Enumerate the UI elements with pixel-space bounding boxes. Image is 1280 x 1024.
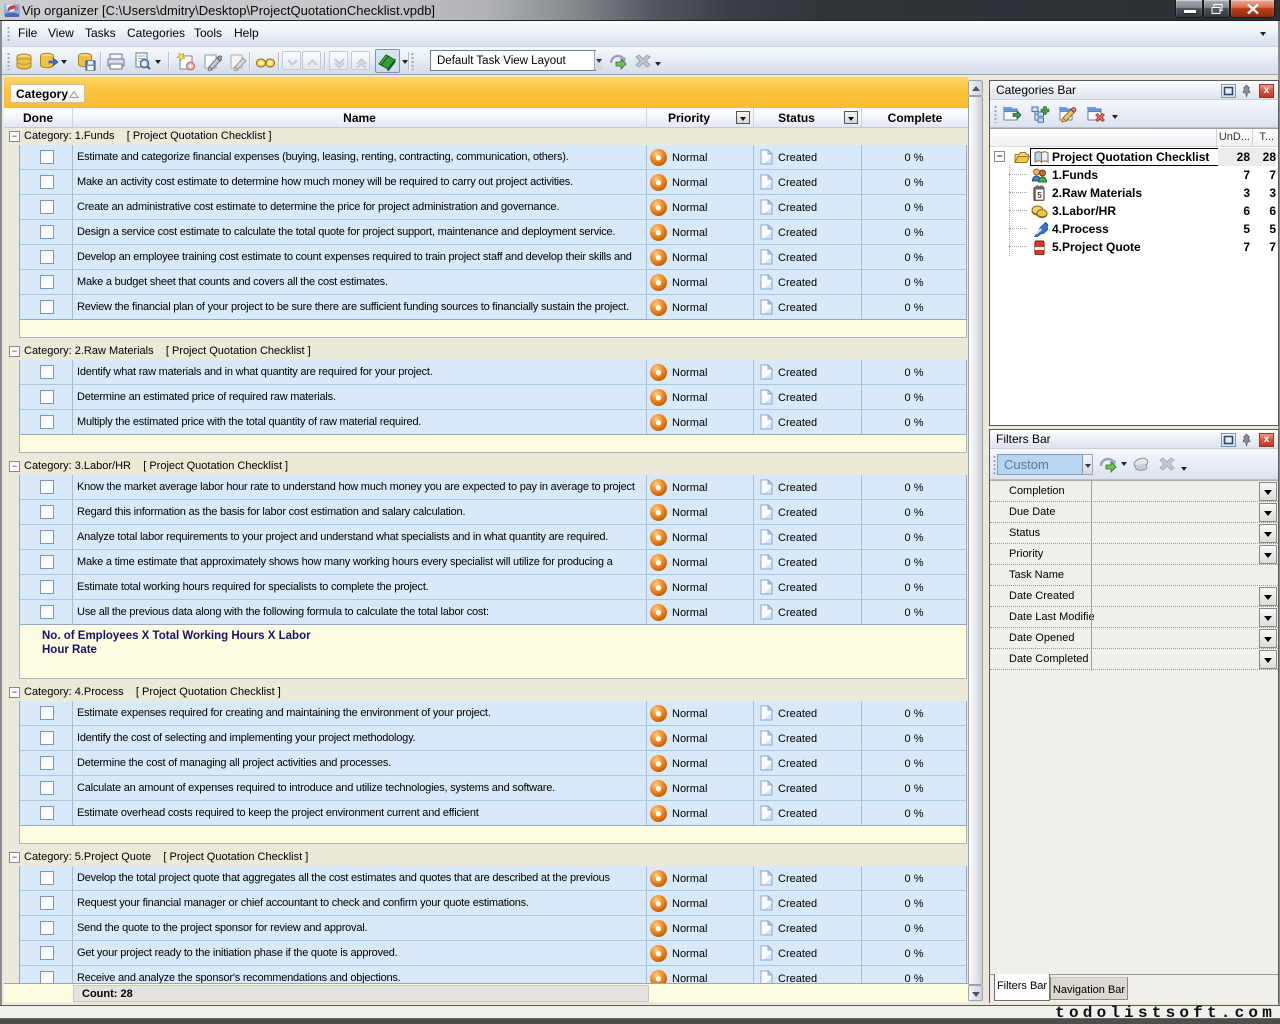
svg-text:5: 5 [1037,191,1042,200]
